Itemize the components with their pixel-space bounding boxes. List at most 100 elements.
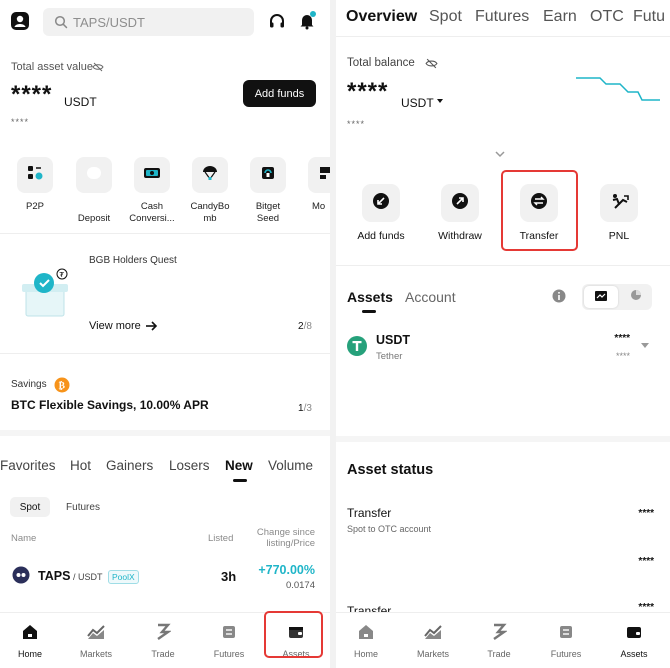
search-input[interactable]: TAPS/USDT	[73, 15, 145, 30]
promo-title: BGB Holders Quest	[89, 255, 177, 266]
asset-amount: ****	[614, 333, 630, 344]
tab-futures[interactable]: Futures	[475, 8, 529, 26]
nav-futures[interactable]: Futures	[536, 621, 596, 665]
taps-token-icon	[12, 566, 30, 584]
home-screen: TAPS/USDT Total asset value **** USDT **…	[0, 0, 330, 668]
tab-futures-2[interactable]: Futu	[633, 8, 665, 26]
column-change-line1: Change since	[256, 527, 315, 538]
nav-futures-label: Futures	[550, 649, 582, 659]
table-row[interactable]: TAPS / USDT PoolX 3h +770.00% 0.0174	[0, 560, 330, 596]
column-change: Change since listing/Price	[252, 527, 315, 549]
avatar-icon[interactable]	[10, 11, 30, 31]
shortcut-p2p[interactable]	[17, 157, 53, 193]
tab-spot[interactable]: Spot	[429, 8, 462, 26]
nav-markets[interactable]: Markets	[66, 621, 126, 665]
add-funds-button[interactable]: Add funds	[243, 80, 316, 107]
subtab-spot[interactable]: Spot	[10, 497, 50, 517]
asset-value: ****	[615, 351, 630, 361]
savings-pager: 1/3	[298, 403, 312, 414]
nav-trade[interactable]: Trade	[133, 621, 193, 665]
shortcut-cash-conversion-label: Cash Conversi...	[129, 201, 175, 224]
eye-hidden-icon[interactable]	[425, 57, 438, 70]
bottom-nav: Home Markets Trade Futures Assets	[336, 612, 670, 668]
search-bar[interactable]: TAPS/USDT	[43, 8, 254, 36]
column-listed: Listed	[208, 533, 234, 544]
total-asset-unit: USDT	[64, 95, 97, 109]
caret-down-icon[interactable]	[436, 97, 444, 105]
home-icon	[21, 623, 39, 641]
shortcut-more[interactable]	[308, 157, 330, 193]
usdt-icon	[347, 336, 367, 356]
asset-status-title: Asset status	[347, 462, 434, 478]
shortcut-cash-conversion[interactable]	[134, 157, 170, 193]
status-item[interactable]: Transfer ****	[336, 600, 670, 612]
nav-markets[interactable]: Markets	[403, 621, 463, 665]
asset-name: Tether	[376, 351, 403, 362]
tab-hot[interactable]: Hot	[70, 458, 91, 473]
tab-assets[interactable]: Assets	[347, 289, 393, 305]
nav-markets-label: Markets	[416, 649, 449, 659]
tab-otc[interactable]: OTC	[590, 8, 624, 26]
shortcut-deposit-label: Deposit	[77, 213, 111, 224]
eye-hidden-icon[interactable]	[92, 61, 104, 73]
view-more-link[interactable]: View more	[89, 320, 141, 332]
deposit-icon	[85, 164, 103, 187]
pnl-action[interactable]	[600, 184, 638, 222]
pie-chart-icon	[630, 288, 642, 306]
status-item-title: Transfer	[347, 604, 392, 612]
balance-unit[interactable]: USDT	[401, 96, 434, 110]
wallet-icon	[625, 623, 643, 641]
info-icon[interactable]	[552, 289, 566, 303]
tab-earn[interactable]: Earn	[543, 8, 577, 26]
poolx-badge: PoolX	[108, 570, 139, 584]
tab-favorites[interactable]: Favorites	[0, 458, 56, 473]
status-item-subtitle: Spot to OTC account	[347, 524, 432, 534]
shortcut-candybomb-label: CandyBo mb	[190, 201, 230, 224]
nav-trade-label: Trade	[487, 649, 511, 659]
divider	[336, 265, 670, 266]
savings-label: Savings	[11, 379, 47, 390]
promo-page-total: /8	[303, 321, 312, 332]
nav-futures-label: Futures	[213, 649, 245, 659]
nav-trade[interactable]: Trade	[469, 621, 529, 665]
nav-home[interactable]: Home	[336, 621, 396, 665]
caret-down-icon[interactable]	[640, 342, 650, 350]
tab-new[interactable]: New	[225, 458, 253, 473]
add-funds-icon	[372, 192, 390, 215]
futures-icon	[220, 623, 238, 641]
savings-title[interactable]: BTC Flexible Savings, 10.00% APR	[11, 398, 209, 412]
nav-home[interactable]: Home	[0, 621, 60, 665]
nav-home-label: Home	[353, 649, 378, 659]
chart-view-toggle[interactable]	[584, 286, 618, 308]
search-icon	[54, 15, 68, 29]
shortcut-more-label: Mo	[312, 201, 326, 212]
nav-assets[interactable]: Assets	[604, 621, 664, 665]
tab-overview[interactable]: Overview	[346, 8, 417, 26]
shortcut-candybomb[interactable]	[192, 157, 228, 193]
seed-icon	[259, 164, 277, 187]
asset-row-usdt[interactable]: USDT Tether **** ****	[336, 330, 670, 366]
total-asset-label: Total asset value	[11, 61, 93, 73]
tab-account[interactable]: Account	[405, 289, 456, 305]
tab-losers[interactable]: Losers	[169, 458, 210, 473]
p2p-icon	[26, 164, 44, 187]
pie-view-toggle[interactable]	[620, 286, 652, 308]
subtab-futures[interactable]: Futures	[58, 497, 108, 517]
withdraw-action[interactable]	[441, 184, 479, 222]
row-listed: 3h	[221, 569, 237, 584]
transfer-highlight	[501, 170, 578, 251]
row-base: TAPS	[38, 569, 71, 583]
nav-assets-label: Assets	[620, 649, 648, 659]
chevron-down-icon[interactable]	[494, 149, 506, 159]
add-funds-action[interactable]	[362, 184, 400, 222]
headset-icon[interactable]	[268, 13, 286, 31]
shortcut-bitget-seed[interactable]	[250, 157, 286, 193]
shortcut-deposit[interactable]	[76, 157, 112, 193]
tab-gainers[interactable]: Gainers	[106, 458, 153, 473]
status-item[interactable]: Transfer Spot to OTC account ****	[336, 504, 670, 536]
column-name: Name	[11, 533, 37, 544]
svg-text:₮: ₮	[60, 271, 65, 279]
tab-volume[interactable]: Volume	[268, 458, 313, 473]
nav-futures[interactable]: Futures	[199, 621, 259, 665]
status-item[interactable]: ****	[336, 552, 670, 576]
